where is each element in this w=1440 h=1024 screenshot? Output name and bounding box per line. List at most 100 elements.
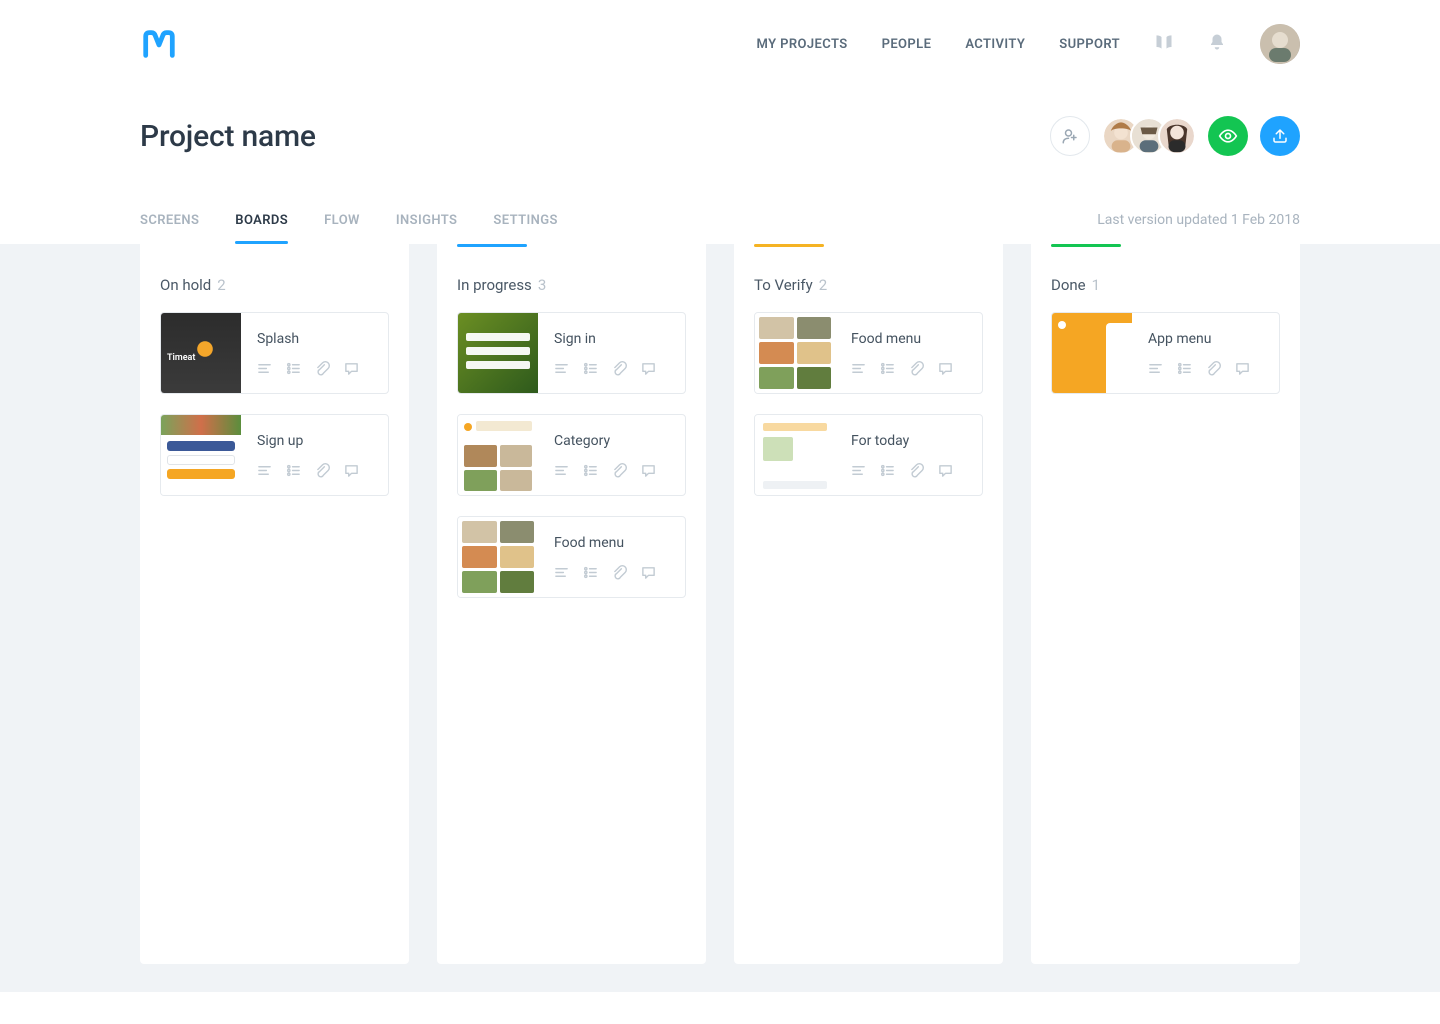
- card-meta: [1148, 361, 1263, 376]
- attachment-icon: [909, 463, 924, 478]
- description-icon: [554, 565, 569, 580]
- attachment-icon: [612, 463, 627, 478]
- comment-icon: [344, 361, 359, 376]
- card-thumbnail: [458, 415, 538, 495]
- comment-icon: [641, 361, 656, 376]
- card-thumbnail: [458, 517, 538, 597]
- card-thumbnail: [755, 415, 835, 495]
- card-title: Food menu: [851, 331, 966, 347]
- app-logo[interactable]: [140, 25, 178, 63]
- card-meta: [257, 463, 372, 478]
- column-count: 3: [538, 276, 546, 294]
- card-thumbnail: [755, 313, 835, 393]
- column-accent: [457, 244, 527, 247]
- checklist-icon: [1177, 361, 1192, 376]
- page-title: Project name: [140, 119, 316, 154]
- comment-icon: [641, 463, 656, 478]
- preview-button[interactable]: [1208, 116, 1248, 156]
- comment-icon: [938, 463, 953, 478]
- column-accent: [754, 244, 824, 247]
- board-card[interactable]: App menu: [1051, 312, 1280, 394]
- attachment-icon: [612, 565, 627, 580]
- tab-screens[interactable]: SCREENS: [140, 213, 199, 244]
- card-title: Splash: [257, 331, 372, 347]
- column-accent: [160, 244, 230, 247]
- tab-boards[interactable]: BOARDS: [235, 213, 288, 244]
- column-count: 2: [819, 276, 827, 294]
- column-title: On hold: [160, 276, 211, 294]
- column-title: In progress: [457, 276, 532, 294]
- attachment-icon: [909, 361, 924, 376]
- description-icon: [851, 463, 866, 478]
- checklist-icon: [286, 463, 301, 478]
- description-icon: [851, 361, 866, 376]
- column-accent: [1051, 244, 1121, 247]
- add-collaborator-button[interactable]: [1050, 116, 1090, 156]
- share-button[interactable]: [1260, 116, 1300, 156]
- column-count: 1: [1092, 276, 1100, 294]
- kanban-board: On hold 2 Splash Sign up: [140, 244, 1300, 964]
- comment-icon: [1235, 361, 1250, 376]
- board-card[interactable]: For today: [754, 414, 983, 496]
- card-thumbnail: [161, 313, 241, 393]
- description-icon: [554, 361, 569, 376]
- column-in-progress: In progress 3 Sign in Cat: [437, 244, 706, 964]
- attachment-icon: [1206, 361, 1221, 376]
- card-title: For today: [851, 433, 966, 449]
- card-meta: [554, 463, 669, 478]
- column-title: To Verify: [754, 276, 813, 294]
- board-card[interactable]: Category: [457, 414, 686, 496]
- tab-insights[interactable]: INSIGHTS: [396, 213, 458, 244]
- comment-icon: [938, 361, 953, 376]
- last-updated-text: Last version updated 1 Feb 2018: [1097, 212, 1300, 244]
- tab-flow[interactable]: FLOW: [324, 213, 360, 244]
- tab-settings[interactable]: SETTINGS: [493, 213, 557, 244]
- column-on-hold: On hold 2 Splash Sign up: [140, 244, 409, 964]
- nav-my-projects[interactable]: MY PROJECTS: [756, 37, 847, 52]
- board-card[interactable]: Splash: [160, 312, 389, 394]
- description-icon: [1148, 361, 1163, 376]
- checklist-icon: [286, 361, 301, 376]
- nav-people[interactable]: PEOPLE: [882, 37, 932, 52]
- board-card[interactable]: Sign in: [457, 312, 686, 394]
- checklist-icon: [583, 361, 598, 376]
- card-title: Sign in: [554, 331, 669, 347]
- title-actions: [1050, 116, 1300, 156]
- project-tabs: SCREENS BOARDS FLOW INSIGHTS SETTINGS: [140, 213, 558, 244]
- card-thumbnail: [1052, 313, 1132, 393]
- card-title: Sign up: [257, 433, 372, 449]
- card-title: Food menu: [554, 535, 669, 551]
- card-meta: [554, 361, 669, 376]
- card-meta: [851, 361, 966, 376]
- board-card[interactable]: Food menu: [754, 312, 983, 394]
- board-card[interactable]: Sign up: [160, 414, 389, 496]
- card-meta: [851, 463, 966, 478]
- card-title: App menu: [1148, 331, 1263, 347]
- card-title: Category: [554, 433, 669, 449]
- column-to-verify: To Verify 2 Food menu For: [734, 244, 1003, 964]
- column-done: Done 1 App menu: [1031, 244, 1300, 964]
- board-card[interactable]: Food menu: [457, 516, 686, 598]
- card-meta: [554, 565, 669, 580]
- card-meta: [257, 361, 372, 376]
- card-thumbnail: [458, 313, 538, 393]
- comment-icon: [641, 565, 656, 580]
- nav-activity[interactable]: ACTIVITY: [965, 37, 1025, 52]
- user-avatar[interactable]: [1260, 24, 1300, 64]
- top-nav: MY PROJECTS PEOPLE ACTIVITY SUPPORT: [140, 0, 1300, 88]
- column-title: Done: [1051, 276, 1086, 294]
- comment-icon: [344, 463, 359, 478]
- checklist-icon: [583, 463, 598, 478]
- column-count: 2: [217, 276, 225, 294]
- checklist-icon: [583, 565, 598, 580]
- docs-icon[interactable]: [1154, 32, 1174, 56]
- checklist-icon: [880, 361, 895, 376]
- attachment-icon: [612, 361, 627, 376]
- description-icon: [257, 361, 272, 376]
- bell-icon[interactable]: [1208, 32, 1226, 56]
- attachment-icon: [315, 361, 330, 376]
- checklist-icon: [880, 463, 895, 478]
- collaborator-avatars[interactable]: [1102, 117, 1196, 155]
- description-icon: [554, 463, 569, 478]
- nav-support[interactable]: SUPPORT: [1059, 37, 1120, 52]
